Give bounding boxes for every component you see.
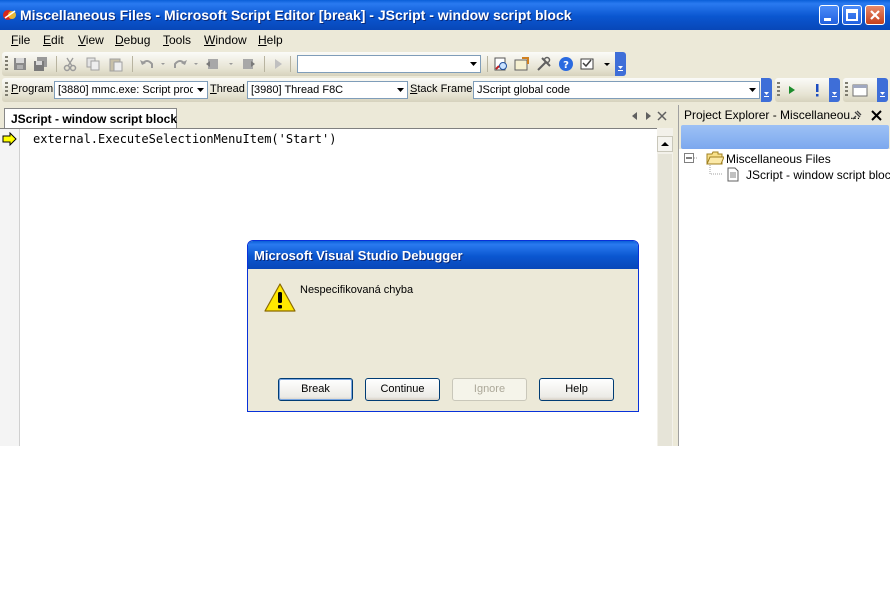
options-icon[interactable] [580, 56, 596, 72]
toolbar-overflow-button[interactable] [829, 78, 840, 102]
stack-frame-combo[interactable]: JScript global code [473, 81, 760, 99]
debug-location-toolbar: Program [3880] mmc.exe: Script proc Thre… [2, 78, 772, 102]
current-statement-arrow-icon [2, 132, 17, 146]
solution-config-combo[interactable] [297, 55, 481, 73]
undo-icon[interactable] [139, 56, 155, 72]
layout-toolbar [843, 78, 888, 102]
svg-text:?: ? [563, 60, 569, 71]
window-title: Miscellaneous Files - Microsoft Script E… [20, 7, 572, 23]
standard-toolbar: ? [2, 52, 626, 76]
properties-icon[interactable] [514, 56, 530, 72]
menu-view[interactable]: View [78, 33, 104, 47]
chevron-down-icon[interactable] [746, 82, 759, 98]
toolbar-grip[interactable] [777, 82, 780, 98]
minimize-button[interactable] [819, 5, 839, 25]
navigate-backward-icon[interactable] [205, 56, 221, 72]
warning-icon [264, 283, 296, 312]
close-button[interactable] [865, 5, 885, 25]
indicator-margin[interactable] [0, 129, 20, 446]
help-button[interactable]: Help [539, 378, 614, 401]
menu-help[interactable]: Help [258, 33, 283, 47]
break-button[interactable]: Break [278, 378, 353, 401]
window-layout-icon[interactable] [852, 82, 868, 98]
scroll-tabs-right-icon[interactable] [643, 111, 653, 121]
toolbar-options-icon [764, 92, 769, 97]
error-message: Nespecifikovaná chyba [300, 284, 414, 296]
thread-combo[interactable]: [3980] Thread F8C [247, 81, 408, 99]
menu-edit[interactable]: Edit [43, 33, 64, 47]
script-editor-icon [3, 10, 16, 20]
maximize-button[interactable] [842, 5, 862, 25]
scroll-up-button[interactable] [657, 136, 673, 152]
project-tree: Miscellaneous Files JScript - window scr… [679, 149, 890, 446]
chevron-down-icon[interactable] [467, 56, 480, 72]
toolbar-options-icon [618, 66, 623, 71]
tree-item-jscript-window-script-block[interactable]: JScript - window script block [746, 168, 890, 182]
stack-frame-label: Stack Frame [410, 83, 473, 95]
maximize-icon [846, 9, 858, 21]
continue-icon[interactable] [784, 82, 800, 98]
document-tab-strip: JScript - window script block [0, 105, 673, 128]
dialog-body: Nespecifikovaná chyba Break Continue Ign… [250, 269, 636, 409]
close-pane-icon[interactable] [871, 110, 882, 121]
toolbar-grip[interactable] [5, 82, 8, 98]
chevron-down-icon[interactable] [223, 56, 239, 72]
project-explorer-toolbar [681, 125, 889, 149]
chevron-up-icon [661, 142, 669, 146]
toolbar-overflow-button[interactable] [877, 78, 888, 102]
program-label: Program [11, 83, 54, 95]
pin-icon[interactable] [851, 110, 862, 121]
toolbar-options-icon [832, 92, 837, 97]
tree-item-miscellaneous-files[interactable]: Miscellaneous Files [726, 152, 831, 166]
scroll-track[interactable] [658, 154, 672, 446]
editor-vertical-scrollbar[interactable] [657, 128, 673, 446]
chevron-down-icon[interactable] [188, 56, 204, 72]
toolbar-grip[interactable] [845, 82, 848, 98]
chevron-down-icon[interactable] [155, 56, 171, 72]
redo-icon[interactable] [172, 56, 188, 72]
close-icon [870, 10, 880, 20]
script-editor-window: Miscellaneous Files - Microsoft Script E… [0, 0, 890, 446]
chevron-down-icon[interactable] [194, 82, 207, 98]
exception-icon[interactable] [809, 82, 825, 98]
toolbar-grip[interactable] [5, 56, 8, 72]
navigate-forward-icon[interactable] [240, 56, 256, 72]
close-document-icon[interactable] [657, 111, 667, 121]
menu-tools[interactable]: Tools [163, 33, 191, 47]
dialog-title-bar[interactable]: Microsoft Visual Studio Debugger [248, 241, 638, 269]
start-icon[interactable] [270, 56, 286, 72]
find-in-files-icon[interactable] [493, 56, 509, 72]
debug-toolbar [775, 78, 840, 102]
menu-debug[interactable]: Debug [115, 33, 150, 47]
paste-icon[interactable] [108, 56, 124, 72]
scroll-tabs-left-icon[interactable] [630, 111, 640, 121]
chevron-down-icon[interactable] [394, 82, 407, 98]
menu-window[interactable]: Window [204, 33, 247, 47]
debugger-dialog: Microsoft Visual Studio Debugger Nespeci… [247, 240, 639, 412]
toolbar-overflow-button[interactable] [615, 52, 626, 76]
minimize-icon [824, 18, 831, 21]
save-icon[interactable] [12, 56, 28, 72]
tools-icon[interactable] [536, 56, 552, 72]
folder-open-icon [706, 151, 724, 165]
code-line[interactable]: external.ExecuteSelectionMenuItem('Start… [33, 132, 336, 146]
tab-jscript-window-script-block[interactable]: JScript - window script block [4, 108, 177, 128]
script-file-icon [727, 167, 739, 182]
save-all-icon[interactable] [33, 56, 49, 72]
chevron-down-icon[interactable] [599, 56, 615, 72]
program-combo[interactable]: [3880] mmc.exe: Script proc [54, 81, 208, 99]
toolbar-options-icon [880, 92, 885, 97]
toolbar-overflow-button[interactable] [761, 78, 772, 102]
copy-icon[interactable] [85, 56, 101, 72]
thread-label: Thread [210, 83, 245, 95]
ignore-button: Ignore [452, 378, 527, 401]
title-bar[interactable]: Miscellaneous Files - Microsoft Script E… [0, 0, 890, 30]
cut-icon[interactable] [62, 56, 78, 72]
help-icon[interactable]: ? [558, 56, 574, 72]
project-explorer-title-bar[interactable]: Project Explorer - Miscellaneou... [679, 105, 890, 125]
menu-file[interactable]: File [11, 33, 30, 47]
menu-bar: File Edit View Debug Tools Window Help [0, 30, 890, 51]
project-explorer-pane: Project Explorer - Miscellaneou... Misce… [678, 105, 890, 446]
continue-button[interactable]: Continue [365, 378, 440, 401]
